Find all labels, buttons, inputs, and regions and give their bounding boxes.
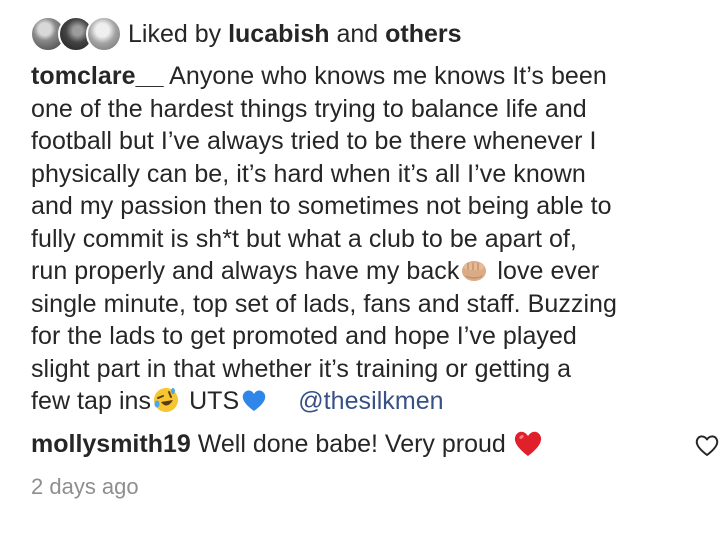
comment-timestamp: 2 days ago bbox=[31, 474, 139, 499]
liker-avatars[interactable] bbox=[30, 14, 122, 54]
caption-line: slight part in that whether it’s trainin… bbox=[31, 354, 572, 383]
post-caption: tomclare__ Anyone who knows me knows It’… bbox=[31, 60, 716, 418]
heart-outline-icon[interactable] bbox=[694, 432, 720, 458]
likes-prefix: Liked by bbox=[128, 20, 222, 48]
caption-line: and my passion then to sometimes not bei… bbox=[31, 192, 612, 220]
caption-line: single minute, top set of lads, fans and… bbox=[31, 289, 617, 318]
likes-row: Liked by lucabish and others bbox=[30, 14, 462, 54]
caption-line: run properly and always have my back lov… bbox=[31, 255, 716, 288]
caption-line: few tap ins UTS @thesilkmen bbox=[31, 385, 716, 418]
caption-line: physically can be, it’s hard when it’s a… bbox=[31, 159, 586, 188]
caption-text: few tap ins bbox=[31, 387, 152, 415]
caption-text: UTS bbox=[189, 387, 240, 415]
avatar[interactable] bbox=[86, 16, 122, 52]
red-heart-emoji bbox=[512, 427, 544, 459]
likes-and: and bbox=[336, 20, 379, 48]
caption-line: fully commit is sh*t but what a club to … bbox=[31, 224, 577, 253]
rolling-on-floor-laughing-emoji bbox=[152, 386, 180, 414]
fist-bump-emoji bbox=[460, 256, 488, 284]
comment-text: Well done babe! Very proud bbox=[197, 430, 506, 458]
caption-text: run properly and always have my back bbox=[31, 257, 460, 285]
caption-username[interactable]: tomclare__ bbox=[31, 62, 164, 90]
caption-line: football but I’ve always tried to be the… bbox=[31, 127, 597, 155]
caption-line: one of the hardest things trying to bala… bbox=[31, 94, 587, 123]
likes-others-link[interactable]: others bbox=[385, 20, 461, 48]
blue-heart-emoji bbox=[240, 386, 268, 414]
comment-username[interactable]: mollysmith19 bbox=[31, 430, 191, 458]
liker-username[interactable]: lucabish bbox=[228, 20, 329, 48]
caption-text: Anyone who knows me knows It’s been bbox=[169, 62, 607, 90]
likes-summary: Liked by lucabish and others bbox=[128, 14, 462, 54]
mention-link[interactable]: @thesilkmen bbox=[298, 387, 443, 415]
caption-line: for the lads to get promoted and hope I’… bbox=[31, 322, 577, 350]
caption-line: tomclare__ Anyone who knows me knows It’… bbox=[31, 60, 716, 93]
comment: mollysmith19 Well done babe! Very proud bbox=[31, 426, 716, 462]
caption-text: love ever bbox=[497, 257, 600, 285]
